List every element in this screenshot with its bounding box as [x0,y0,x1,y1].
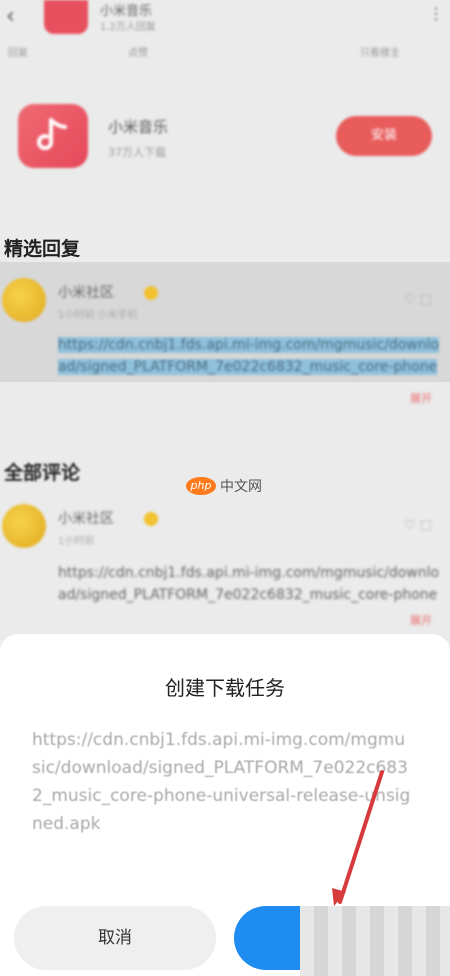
annotation-arrow-icon [332,770,384,906]
